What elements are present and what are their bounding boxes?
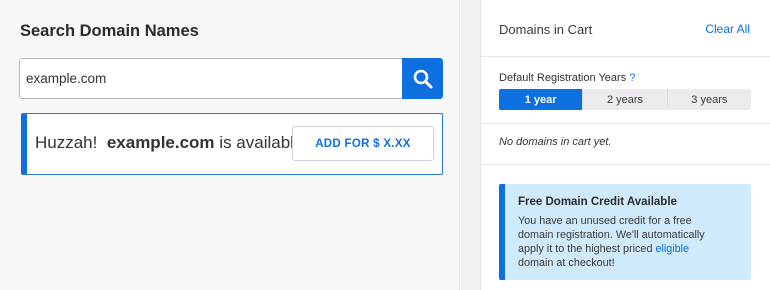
cart-panel: Domains in Cart Clear All Default Regist… — [480, 0, 770, 290]
credit-title: Free Domain Credit Available — [518, 196, 677, 208]
free-credit-notice: Free Domain Credit Available You have an… — [499, 184, 751, 280]
registration-years-label: Default Registration Years ? — [499, 72, 635, 84]
add-to-cart-button[interactable]: ADD FOR $ X.XX — [292, 126, 434, 161]
search-icon — [413, 69, 432, 88]
result-domain: example.com — [106, 133, 215, 152]
year-option-3[interactable]: 3 years — [666, 89, 751, 110]
cart-divider — [481, 123, 770, 124]
domain-search-input[interactable] — [19, 58, 403, 99]
year-option-1[interactable]: 1 year — [499, 89, 583, 110]
availability-result: Huzzah! example.com is available! ADD FO… — [21, 113, 443, 175]
result-prefix: Huzzah! — [35, 133, 98, 152]
cart-title: Domains in Cart — [499, 22, 593, 37]
search-title: Search Domain Names — [20, 22, 199, 40]
registration-label-text: Default Registration Years — [499, 72, 627, 84]
credit-line: You have an unused credit for a free — [518, 215, 692, 227]
year-option-2[interactable]: 2 years — [582, 89, 666, 110]
clear-all-link[interactable]: Clear All — [705, 22, 750, 36]
cart-divider — [481, 164, 770, 165]
empty-cart-message: No domains in cart yet. — [499, 136, 612, 148]
registration-help-icon[interactable]: ? — [629, 72, 635, 84]
credit-line: domain at checkout! — [518, 257, 615, 269]
search-panel: Search Domain Names Huzzah! example.com … — [0, 0, 460, 290]
credit-body: You have an unused credit for a free dom… — [518, 214, 741, 270]
search-button[interactable] — [402, 58, 443, 99]
credit-line: domain registration. We'll automatically — [518, 229, 705, 241]
registration-years-selector: 1 year 2 years 3 years — [499, 89, 751, 110]
cart-divider — [481, 56, 770, 57]
credit-line: apply it to the highest priced — [518, 243, 653, 255]
eligible-link[interactable]: eligible — [655, 243, 689, 255]
availability-message: Huzzah! example.com is available! — [35, 133, 308, 153]
